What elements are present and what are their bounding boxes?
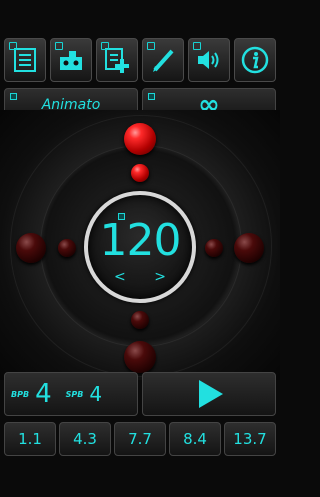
corner-mark-icon	[148, 93, 155, 100]
corner-mark-icon	[147, 42, 155, 50]
list-button[interactable]	[4, 38, 46, 82]
preset-button[interactable]: 4.3	[59, 422, 111, 456]
beat-indicator-bottom-inner	[131, 311, 149, 329]
bpb-label: BPB	[11, 389, 30, 399]
corner-mark-icon	[193, 42, 201, 50]
toolbar	[0, 38, 280, 86]
bottom-panel: BPB 4 SPB 4	[4, 372, 276, 418]
info-icon	[241, 46, 269, 74]
increase-bpm-arrow-icon[interactable]: >	[154, 269, 166, 285]
bpb-value: 4	[35, 379, 52, 409]
add-document-button[interactable]	[96, 38, 138, 82]
radio-button[interactable]	[50, 38, 92, 82]
play-button[interactable]	[142, 372, 276, 416]
beat-indicator-bottom	[124, 341, 156, 373]
play-icon	[199, 380, 223, 408]
tempo-display[interactable]: 120 < >	[84, 191, 196, 303]
spb-label: SPB	[65, 389, 84, 399]
preset-button[interactable]: 8.4	[169, 422, 221, 456]
bpm-arrows: < >	[88, 269, 192, 285]
preset-button[interactable]: 13.7	[224, 422, 276, 456]
beat-indicator-left-inner	[58, 239, 76, 257]
beat-indicator-right	[234, 233, 264, 263]
beat-indicator-top	[124, 123, 156, 155]
info-button[interactable]	[234, 38, 276, 82]
corner-mark-icon	[101, 42, 109, 50]
beat-indicator-top-inner	[131, 164, 149, 182]
preset-button[interactable]: 7.7	[114, 422, 166, 456]
meter-display[interactable]: BPB 4 SPB 4	[4, 372, 138, 416]
beat-indicator-left	[16, 233, 46, 263]
bpm-value: 120	[99, 215, 182, 266]
corner-mark-icon	[55, 42, 63, 50]
spb-value: 4	[89, 382, 103, 406]
preset-bar: 1.1 4.3 7.7 8.4 13.7	[4, 422, 276, 458]
beat-indicator-right-inner	[205, 239, 223, 257]
decrease-bpm-arrow-icon[interactable]: <	[114, 269, 126, 285]
corner-mark-icon	[10, 93, 17, 100]
corner-mark-icon	[9, 42, 17, 50]
speaker-button[interactable]	[188, 38, 230, 82]
preset-button[interactable]: 1.1	[4, 422, 56, 456]
pen-button[interactable]	[142, 38, 184, 82]
